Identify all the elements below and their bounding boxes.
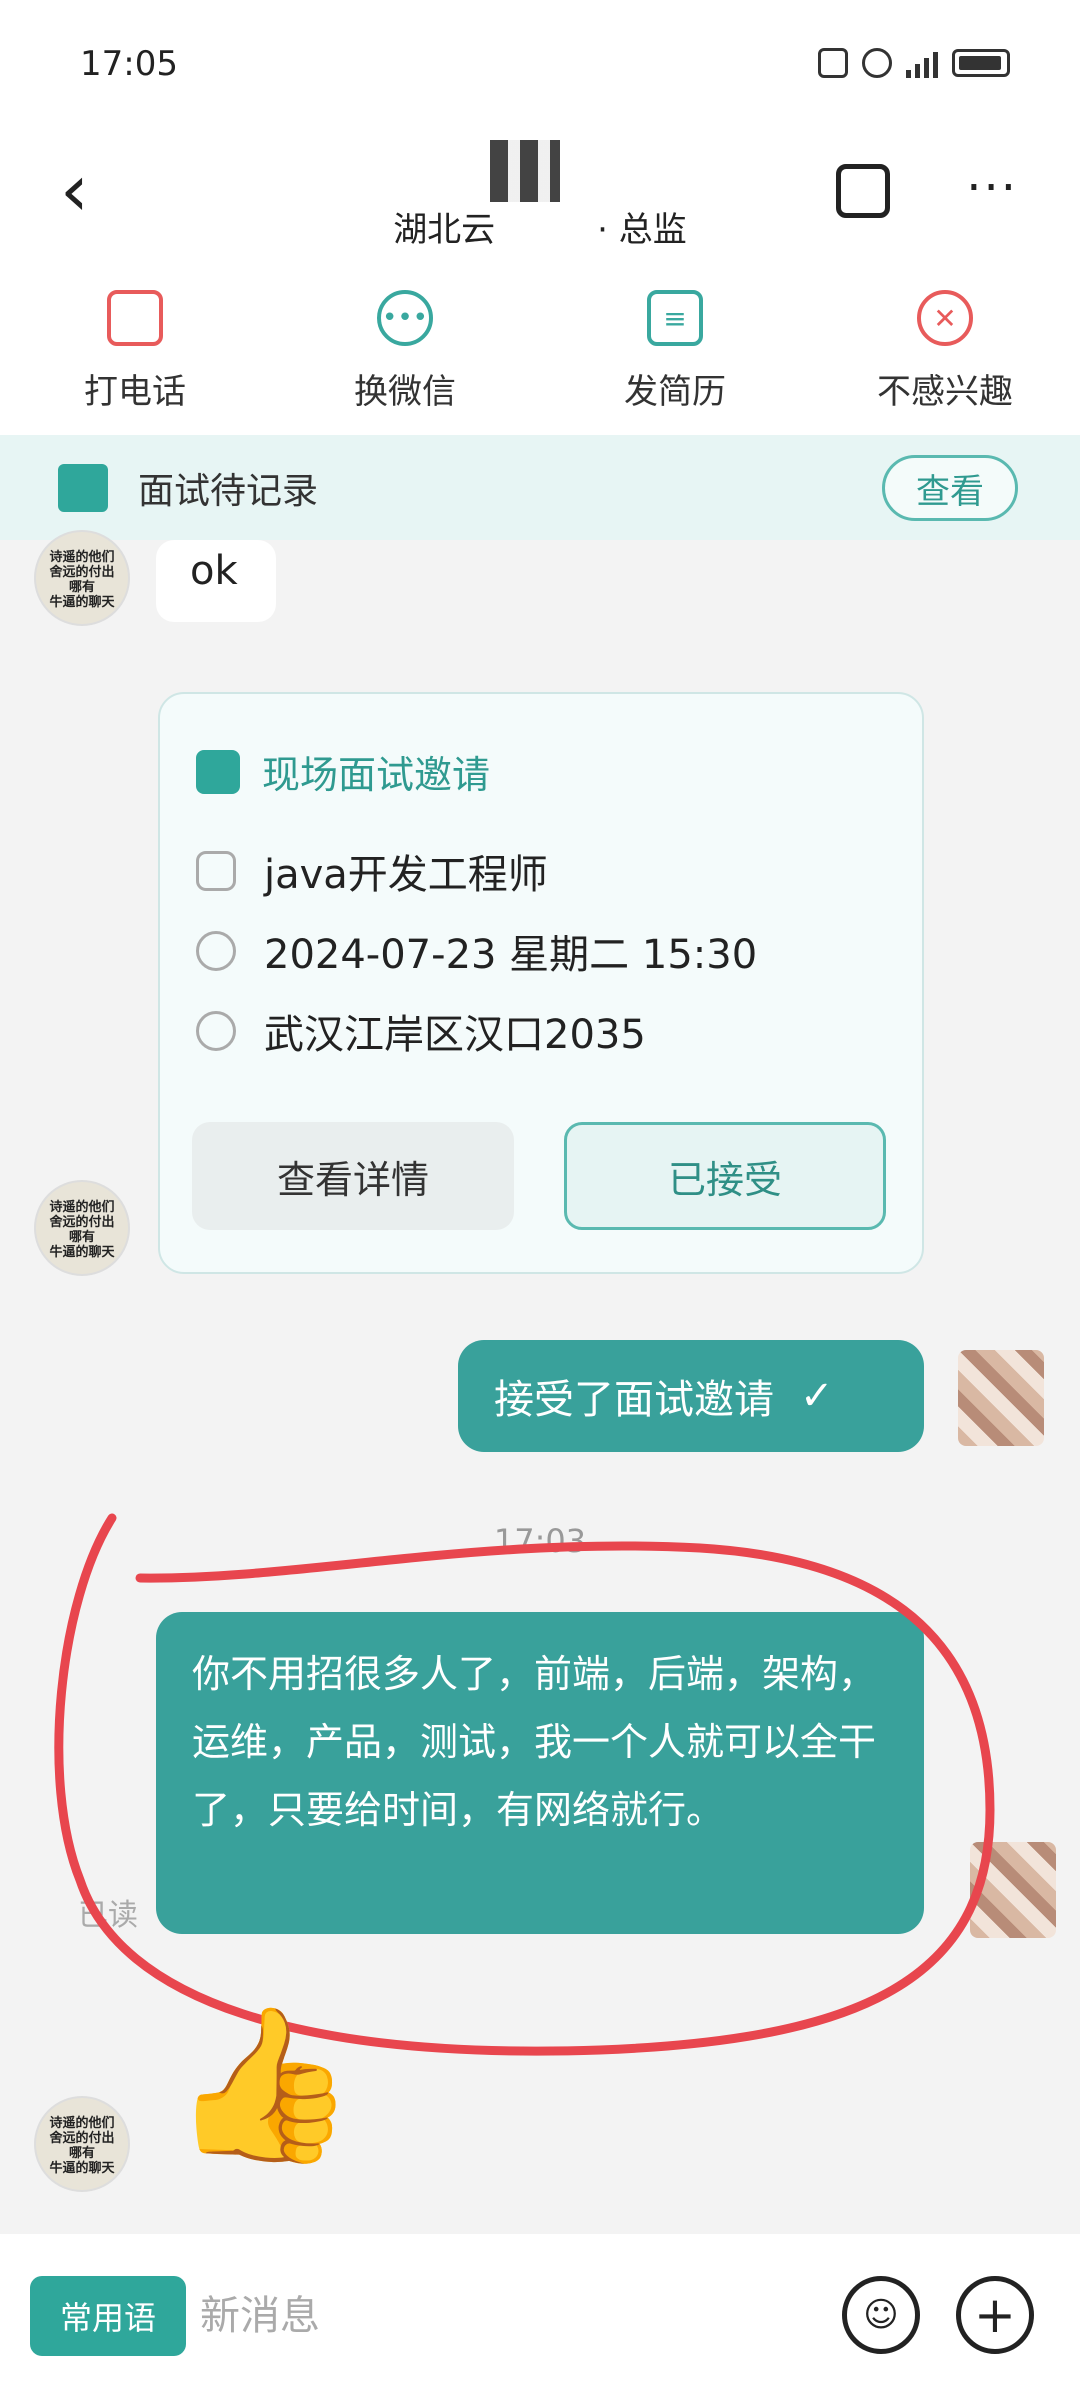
view-record-button[interactable]: 查看 bbox=[882, 455, 1018, 521]
nfc-icon bbox=[818, 48, 848, 78]
invite-title-text: 现场面试邀请 bbox=[262, 753, 491, 797]
invite-position-row: java开发工程师 bbox=[196, 842, 548, 900]
message-input[interactable] bbox=[200, 2276, 800, 2356]
name-blur bbox=[490, 140, 560, 202]
action-bar: 打电话 ••• 换微信 ≡ 发简历 ✕ 不感兴趣 bbox=[0, 260, 1080, 435]
alarm-icon bbox=[862, 48, 892, 78]
invite-time-row: 2024-07-23 星期二 15:30 bbox=[196, 922, 757, 980]
read-status: 已读 bbox=[78, 1898, 138, 1933]
common-phrases-button[interactable]: 常用语 bbox=[30, 2276, 186, 2356]
edit-icon[interactable] bbox=[836, 164, 890, 218]
clock-icon bbox=[196, 931, 236, 971]
message-timestamp: 17:03 bbox=[493, 1522, 587, 1560]
chat-header: ‹ 湖北云 · 总监 ··· bbox=[0, 130, 1080, 260]
accepted-invite-text: 接受了面试邀请 bbox=[494, 1377, 774, 1423]
record-icon bbox=[58, 463, 108, 512]
exchange-wechat-button[interactable]: ••• 换微信 bbox=[270, 260, 540, 435]
plus-icon[interactable]: + bbox=[956, 2276, 1034, 2354]
contact-subtitle: 湖北云 · 总监 bbox=[393, 210, 687, 250]
user-avatar[interactable] bbox=[970, 1842, 1056, 1938]
call-label: 打电话 bbox=[84, 372, 186, 412]
invite-location: 武汉江岸区汉口2035 bbox=[264, 1012, 646, 1058]
battery-icon bbox=[952, 49, 1010, 77]
recruiter-avatar[interactable]: 诗遥的他们 舍远的付出 哪有 牛逼的聊天 bbox=[34, 2096, 130, 2192]
location-pin-icon bbox=[196, 1011, 236, 1051]
thumbs-up-emoji: 👍 bbox=[170, 1998, 357, 2172]
status-time: 17:05 bbox=[80, 44, 178, 84]
send-resume-button[interactable]: ≡ 发简历 bbox=[540, 260, 810, 435]
status-bar: 17:05 bbox=[0, 0, 1080, 130]
message-bubble-ok: ok bbox=[156, 540, 276, 622]
not-interested-label: 不感兴趣 bbox=[877, 372, 1013, 412]
resume-label: 发简历 bbox=[624, 372, 726, 412]
contact-name bbox=[490, 140, 590, 210]
recruiter-avatar[interactable]: 诗遥的他们 舍远的付出 哪有 牛逼的聊天 bbox=[34, 1180, 130, 1276]
not-interested-icon: ✕ bbox=[917, 290, 973, 346]
recruiter-avatar[interactable]: 诗遥的他们 舍远的付出 哪有 牛逼的聊天 bbox=[34, 530, 130, 626]
phone-icon bbox=[107, 290, 163, 346]
input-bar: 常用语 ☺ + bbox=[0, 2234, 1080, 2392]
long-message-bubble: 你不用招很多人了，前端，后端，架构，运维，产品，测试，我一个人就可以全干了，只要… bbox=[156, 1612, 924, 1934]
invite-title: 现场面试邀请 bbox=[196, 744, 490, 799]
interview-record-banner: 面试待记录 查看 bbox=[0, 435, 1080, 540]
invite-icon bbox=[196, 749, 240, 794]
interview-invite-card[interactable]: 现场面试邀请 java开发工程师 2024-07-23 星期二 15:30 武汉… bbox=[158, 692, 924, 1274]
not-interested-button[interactable]: ✕ 不感兴趣 bbox=[810, 260, 1080, 435]
status-icons bbox=[818, 48, 1010, 78]
more-icon[interactable]: ··· bbox=[966, 160, 1018, 216]
invite-location-row: 武汉江岸区汉口2035 bbox=[196, 1002, 646, 1060]
signal-icon bbox=[906, 48, 938, 78]
wechat-label: 换微信 bbox=[354, 372, 456, 412]
briefcase-icon bbox=[196, 851, 236, 891]
record-label: 面试待记录 bbox=[138, 470, 319, 512]
wechat-icon: ••• bbox=[377, 290, 433, 346]
check-icon: ✓ bbox=[800, 1373, 834, 1419]
invite-datetime: 2024-07-23 星期二 15:30 bbox=[264, 932, 758, 978]
resume-icon: ≡ bbox=[647, 290, 703, 346]
view-details-button[interactable]: 查看详情 bbox=[192, 1122, 514, 1230]
accepted-invite-bubble: 接受了面试邀请 ✓ bbox=[458, 1340, 924, 1452]
user-avatar[interactable] bbox=[958, 1350, 1044, 1446]
call-button[interactable]: 打电话 bbox=[0, 260, 270, 435]
invite-position: java开发工程师 bbox=[264, 852, 548, 898]
accepted-button[interactable]: 已接受 bbox=[564, 1122, 886, 1230]
emoji-icon[interactable]: ☺ bbox=[842, 2276, 920, 2354]
